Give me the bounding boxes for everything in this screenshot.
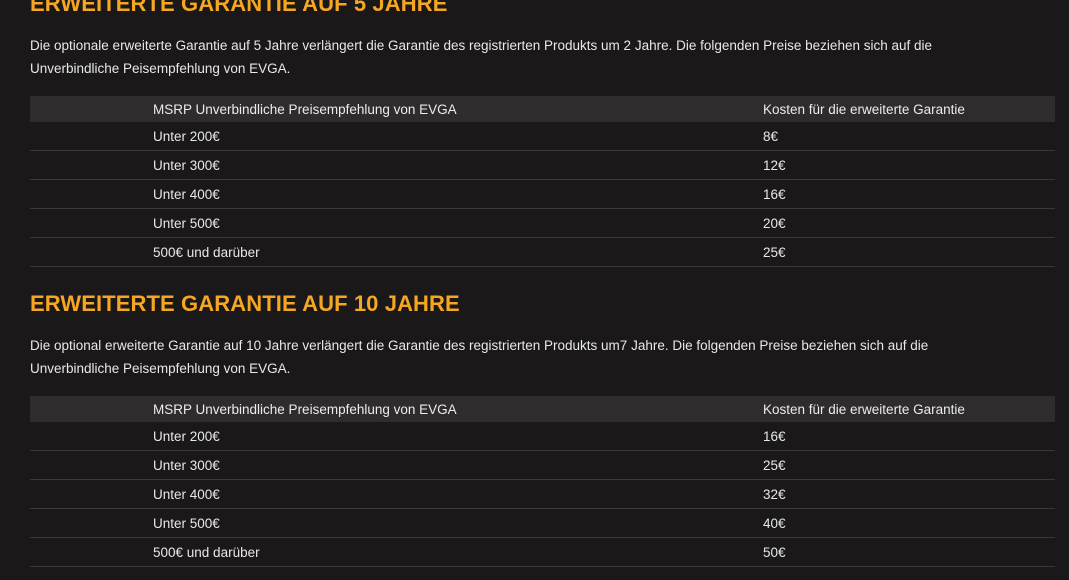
table-row: Unter 400€ 32€ <box>30 479 1055 509</box>
cell-msrp: Unter 300€ <box>153 450 763 480</box>
warranty-section-5-years: ERWEITERTE GARANTIE AUF 5 JAHRE Die opti… <box>30 0 1055 267</box>
section-title: ERWEITERTE GARANTIE AUF 10 JAHRE <box>30 291 460 316</box>
row-spacer <box>30 422 153 451</box>
price-table: MSRP Unverbindliche Preisempfehlung von … <box>30 96 1055 267</box>
table-row: 500€ und darüber 25€ <box>30 237 1055 267</box>
cell-msrp: Unter 200€ <box>153 122 763 151</box>
row-spacer <box>30 450 153 480</box>
row-spacer <box>30 150 153 180</box>
description-line-2: Unverbindliche Peisempfehlung von EVGA. <box>30 360 291 376</box>
cell-msrp: Unter 400€ <box>153 179 763 209</box>
cell-cost: 25€ <box>763 237 1055 267</box>
section-title: ERWEITERTE GARANTIE AUF 5 JAHRE <box>30 0 448 16</box>
table-row: Unter 300€ 25€ <box>30 450 1055 480</box>
cell-msrp: Unter 400€ <box>153 479 763 509</box>
table-row: Unter 500€ 40€ <box>30 508 1055 538</box>
row-spacer <box>30 122 153 151</box>
row-spacer <box>30 508 153 538</box>
table-header-msrp: MSRP Unverbindliche Preisempfehlung von … <box>153 401 457 417</box>
cell-cost: 32€ <box>763 479 1055 509</box>
description-line-1: Die optional erweiterte Garantie auf 10 … <box>30 338 929 353</box>
row-spacer <box>30 179 153 209</box>
table-row: Unter 200€ 8€ <box>30 122 1055 151</box>
table-header-row: MSRP Unverbindliche Preisempfehlung von … <box>30 396 1055 422</box>
table-row: Unter 500€ 20€ <box>30 208 1055 238</box>
cell-msrp: 500€ und darüber <box>153 537 763 567</box>
cell-cost: 16€ <box>763 179 1055 209</box>
table-header-row: MSRP Unverbindliche Preisempfehlung von … <box>30 96 1055 122</box>
section-description: Die optional erweiterte Garantie auf 10 … <box>30 335 1055 380</box>
table-header-cost: Kosten für die erweiterte Garantie <box>763 101 965 117</box>
cell-cost: 12€ <box>763 150 1055 180</box>
description-line-1: Die optionale erweiterte Garantie auf 5 … <box>30 38 933 53</box>
cell-msrp: Unter 300€ <box>153 150 763 180</box>
price-table: MSRP Unverbindliche Preisempfehlung von … <box>30 396 1055 567</box>
cell-cost: 8€ <box>763 122 1055 151</box>
table-header-spacer <box>30 96 153 122</box>
table-header-cost: Kosten für die erweiterte Garantie <box>763 401 965 417</box>
cell-cost: 16€ <box>763 422 1055 451</box>
warranty-section-10-years: ERWEITERTE GARANTIE AUF 10 JAHRE Die opt… <box>30 290 1055 567</box>
table-header-msrp: MSRP Unverbindliche Preisempfehlung von … <box>153 101 457 117</box>
cell-msrp: Unter 200€ <box>153 422 763 451</box>
table-row: 500€ und darüber 50€ <box>30 537 1055 567</box>
row-spacer <box>30 479 153 509</box>
cell-cost: 40€ <box>763 508 1055 538</box>
row-spacer <box>30 537 153 567</box>
cell-cost: 50€ <box>763 537 1055 567</box>
cell-msrp: Unter 500€ <box>153 508 763 538</box>
description-line-2: Unverbindliche Peisempfehlung von EVGA. <box>30 60 291 76</box>
cell-msrp: Unter 500€ <box>153 208 763 238</box>
section-description: Die optionale erweiterte Garantie auf 5 … <box>30 35 1055 80</box>
table-row: Unter 200€ 16€ <box>30 422 1055 451</box>
cell-cost: 25€ <box>763 450 1055 480</box>
row-spacer <box>30 208 153 238</box>
cell-cost: 20€ <box>763 208 1055 238</box>
row-spacer <box>30 237 153 267</box>
table-row: Unter 300€ 12€ <box>30 150 1055 180</box>
table-row: Unter 400€ 16€ <box>30 179 1055 209</box>
table-header-spacer <box>30 396 153 422</box>
cell-msrp: 500€ und darüber <box>153 237 763 267</box>
